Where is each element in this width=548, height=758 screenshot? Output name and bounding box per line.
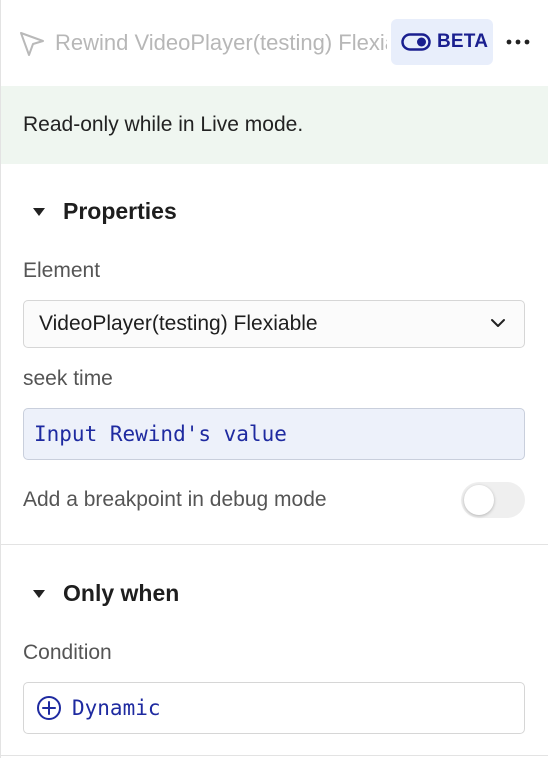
- only-when-section-title: Only when: [63, 580, 180, 606]
- element-select[interactable]: VideoPlayer(testing) Flexiable: [23, 300, 525, 348]
- breakpoint-label: Add a breakpoint in debug mode: [23, 488, 327, 511]
- live-mode-notice: Read-only while in Live mode.: [1, 86, 548, 164]
- chevron-down-icon: [491, 319, 505, 327]
- toggle-knob: [464, 485, 494, 515]
- condition-label: Condition: [23, 641, 112, 664]
- caret-down-icon: [33, 589, 45, 598]
- properties-section-title: Properties: [63, 198, 177, 224]
- breakpoint-row: Add a breakpoint in debug mode: [23, 480, 525, 520]
- breakpoint-toggle[interactable]: [461, 482, 525, 518]
- properties-section-toggle[interactable]: Properties: [31, 198, 177, 225]
- beta-label: BETA: [437, 31, 489, 52]
- seek-time-label: seek time: [23, 367, 113, 390]
- toggle-icon: [401, 33, 431, 51]
- action-title: Rewind VideoPlayer(testing) Flexiable: [55, 30, 387, 55]
- plus-circle-icon: [37, 696, 61, 720]
- seek-time-value: Input Rewind's value: [34, 422, 287, 446]
- more-dots-icon: [506, 39, 530, 45]
- bottom-divider: [1, 755, 548, 756]
- action-properties-panel: Rewind VideoPlayer(testing) Flexiable BE…: [0, 0, 548, 758]
- dynamic-label: Dynamic: [72, 696, 161, 720]
- seek-time-input[interactable]: Input Rewind's value: [23, 408, 525, 460]
- caret-down-icon: [33, 207, 45, 216]
- panel-header: Rewind VideoPlayer(testing) Flexiable BE…: [1, 0, 548, 86]
- element-label: Element: [23, 259, 101, 282]
- more-options-button[interactable]: [501, 26, 535, 58]
- beta-toggle-button[interactable]: BETA: [391, 19, 493, 65]
- cursor-arrow-icon: [20, 32, 44, 56]
- section-divider: [1, 544, 548, 545]
- element-select-value: VideoPlayer(testing) Flexiable: [39, 312, 318, 335]
- only-when-section-toggle[interactable]: Only when: [31, 580, 179, 607]
- condition-dynamic-input[interactable]: Dynamic: [23, 682, 525, 734]
